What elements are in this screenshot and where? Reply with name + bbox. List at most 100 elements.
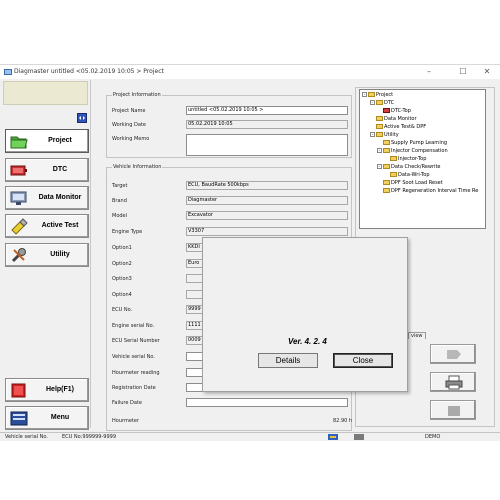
expander-icon[interactable]: -	[362, 92, 367, 97]
minimize-button[interactable]: –	[418, 66, 440, 78]
option1-label: Option1	[112, 245, 132, 251]
printer-icon	[445, 375, 463, 390]
version-dialog: Ver. 4. 2. 4 Details Close	[202, 237, 408, 392]
folder-icon	[383, 164, 390, 169]
status-ecu: ECU No:999999-9999	[62, 434, 116, 440]
working-memo-label: Working Memo	[112, 136, 150, 142]
folder-icon	[390, 156, 397, 161]
nav-project-button[interactable]: Project	[5, 129, 89, 153]
hourmeter-label: Hourmeter	[112, 418, 139, 424]
close-window-button[interactable]: ✕	[476, 66, 498, 78]
tree-item[interactable]: Data Monitor	[376, 116, 417, 122]
ecu-serial-label: ECU Serial Number	[112, 338, 160, 344]
engine-type-field: V3307	[186, 227, 348, 236]
folder-icon	[10, 136, 28, 149]
monitor-icon	[10, 191, 27, 205]
dtc-icon	[10, 165, 27, 176]
window-title: Diagmaster untitled <05.02.2019 10:05 > …	[14, 68, 164, 75]
help-button[interactable]: Help(F1)	[5, 378, 89, 402]
working-date-field: 05.02.2019 10:05	[186, 120, 348, 129]
brand-label: Brand	[112, 198, 127, 204]
print-button[interactable]	[430, 372, 476, 392]
tree-item[interactable]: - Project	[362, 92, 393, 98]
nav-active-test-button[interactable]: Active Test	[5, 214, 89, 238]
version-text: Ver. 4. 2. 4	[288, 337, 327, 346]
tree-item[interactable]: - Injector Compensation	[377, 148, 448, 154]
tree-item[interactable]: - Data Check/Rewrite	[377, 164, 441, 170]
tree-item[interactable]: Injector-Top	[390, 156, 426, 162]
active-test-icon	[11, 218, 28, 235]
details-button[interactable]: Details	[258, 353, 318, 368]
page-icon	[383, 108, 390, 113]
app-icon	[4, 69, 12, 75]
project-tree[interactable]: - Project - DTC DTC-Top Data Monitor Activ…	[359, 89, 486, 229]
vehicle-serial-label: Vehicle serial No.	[112, 354, 155, 360]
tree-item[interactable]: - DTC	[370, 100, 394, 106]
menu-icon	[10, 411, 28, 426]
option4-label: Option4	[112, 292, 132, 298]
tree-item[interactable]: Supply Pump Learning	[383, 140, 447, 146]
nav-active-test-label: Active Test	[41, 222, 79, 229]
tree-item[interactable]: - Utility	[370, 132, 399, 138]
expander-icon[interactable]: -	[377, 164, 382, 169]
nav-dtc-label: DTC	[52, 166, 68, 173]
folder-icon	[383, 148, 390, 153]
tree-item[interactable]: Data-Wri-Top	[390, 172, 430, 178]
nav-utility-button[interactable]: Utility	[5, 243, 89, 267]
registration-date-label: Registration Date	[112, 385, 156, 391]
logo-area	[3, 81, 88, 105]
tree-item[interactable]: DTC-Top	[383, 108, 411, 114]
tree-item[interactable]: DPF Regeneration Interval Time Re	[383, 188, 478, 194]
folder-icon	[376, 116, 383, 121]
status-vehicle-serial: Vehicle serial No.	[5, 434, 48, 440]
action-button-2[interactable]	[430, 344, 476, 364]
working-memo-field[interactable]	[186, 134, 348, 156]
vehicle-info-title: Vehicle Information	[112, 164, 163, 170]
folder-icon	[383, 188, 390, 193]
maximize-button[interactable]: ☐	[452, 66, 474, 78]
expander-icon[interactable]: -	[370, 132, 375, 137]
title-bar: Diagmaster untitled <05.02.2019 10:05 > …	[0, 65, 500, 79]
help-label: Help(F1)	[46, 386, 74, 393]
failure-date-field[interactable]	[186, 398, 348, 407]
model-label: Model	[112, 213, 128, 219]
help-icon	[11, 383, 26, 398]
folder-icon	[368, 92, 375, 97]
brand-field: Diagmaster	[186, 196, 348, 205]
hourmeter-reading-label: Hourmeter reading	[112, 370, 160, 376]
status-bar: Vehicle serial No. ECU No:999999-9999 DE…	[0, 432, 500, 441]
tree-item[interactable]: DPF Soot Load Reset	[383, 180, 443, 186]
target-label: Target	[112, 183, 128, 189]
option3-label: Option3	[112, 276, 132, 282]
ecu-no-label: ECU No.	[112, 307, 133, 313]
failure-date-label: Failure Date	[112, 400, 142, 406]
nav-dtc-button[interactable]: DTC	[5, 158, 89, 182]
device-icon	[354, 434, 364, 440]
menu-button[interactable]: Menu	[5, 406, 89, 430]
nav-data-monitor-label: Data Monitor	[38, 194, 82, 201]
folder-icon	[383, 180, 390, 185]
engine-serial-label: Engine serial No.	[112, 323, 155, 329]
tree-view-tab[interactable]: view	[408, 332, 426, 339]
nav-project-label: Project	[48, 137, 72, 144]
model-field: Excavator	[186, 211, 348, 220]
engine-type-label: Engine Type	[112, 229, 143, 235]
project-name-field[interactable]: untitled <05.02.2019 10:05 >	[186, 106, 348, 115]
status-mode: DEMO	[425, 434, 441, 440]
double-arrow-icon[interactable]	[77, 113, 87, 123]
close-button[interactable]: Close	[333, 353, 393, 368]
option2-label: Option2	[112, 261, 132, 267]
nav-utility-label: Utility	[50, 251, 70, 258]
arrow-icon	[447, 350, 461, 359]
target-field: ECU, BaudRate 500kbps	[186, 181, 348, 190]
nav-data-monitor-button[interactable]: Data Monitor	[5, 186, 89, 210]
working-date-label: Working Date	[112, 122, 146, 128]
project-info-group: Project Information Project Name untitle…	[106, 92, 352, 158]
expander-icon[interactable]: -	[370, 100, 375, 105]
folder-icon	[376, 124, 383, 129]
tree-item[interactable]: Active Test& DPF	[376, 124, 426, 130]
stop-icon	[448, 406, 460, 416]
action-button-5[interactable]	[430, 400, 476, 420]
expander-icon[interactable]: -	[377, 148, 382, 153]
project-name-label: Project Name	[112, 108, 146, 114]
